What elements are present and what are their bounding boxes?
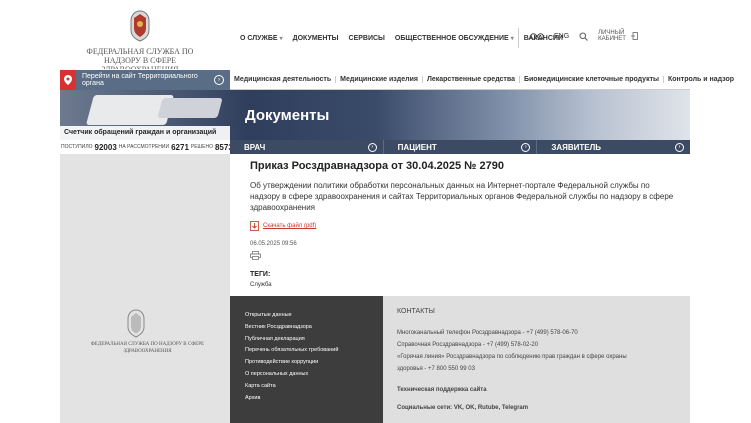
tab-patient[interactable]: ПАЦИЕНТ › [384, 140, 538, 154]
tab-doctor-label: ВРАЧ [244, 142, 266, 152]
cat-biomedical[interactable]: Биомедицинские клеточные продукты [518, 76, 663, 83]
emblem-icon [127, 309, 145, 338]
page-title: Документы [245, 107, 330, 124]
footer-org-name: ФЕДЕРАЛЬНАЯ СЛУЖБА ПО НАДЗОРУ В СФЕРЕ ЗД… [90, 342, 205, 354]
footer-brand: ФЕДЕРАЛЬНАЯ СЛУЖБА ПО НАДЗОРУ В СФЕРЕ ЗД… [60, 296, 230, 423]
cabinet-link[interactable]: ЛИЧНЫЙ КАБИНЕТ [598, 30, 639, 42]
tab-patient-label: ПАЦИЕНТ [397, 142, 437, 152]
document-date: 06.05.2025 09:56 [250, 241, 297, 247]
social-links[interactable]: Социальные сети: VK, OK, Rutube, Telegra… [397, 405, 690, 411]
page-banner: Документы Счетчик обращений граждан и ор… [60, 90, 690, 140]
category-nav: Медицинская деятельность Медицинские изд… [230, 70, 734, 90]
nav-services[interactable]: СЕРВИСЫ [349, 35, 385, 42]
download-label: Скачать файл (pdf) [263, 223, 317, 229]
contact-phone-multi: Многоканальный телефон Росздравнадзора -… [397, 330, 578, 336]
left-sidebar [60, 154, 230, 296]
document-title: Приказ Росздравнадзора от 30.04.2025 № 2… [250, 160, 504, 172]
top-nav: О СЛУЖБЕ ▾ ДОКУМЕНТЫ СЕРВИСЫ ОБЩЕСТВЕННОЕ… [240, 35, 563, 42]
footer-link-personal-data[interactable]: О персональных данных [245, 369, 383, 381]
region-site-label: Перейти на сайт Территориального органа [82, 73, 198, 87]
login-icon [631, 32, 639, 40]
counter-received-label: ПОСТУПИЛО [61, 144, 93, 150]
document-description: Об утверждении политики обработки персон… [250, 181, 674, 212]
org-name[interactable]: ФЕДЕРАЛЬНАЯ СЛУЖБА ПО НАДЗОРУ В СФЕРЕ ЗД… [80, 47, 200, 69]
footer-link-open-data[interactable]: Открытые данные [245, 310, 383, 322]
audience-tabs: ВРАЧ › ПАЦИЕНТ › ЗАЯВИТЕЛЬ › [230, 140, 690, 154]
footer-link-bulletin[interactable]: Вестник Росздравнадзора [245, 322, 383, 334]
site-header: ФЕДЕРАЛЬНАЯ СЛУЖБА ПО НАДЗОРУ В СФЕРЕ ЗД… [60, 0, 690, 70]
arrow-right-icon: › [521, 142, 531, 152]
arrow-right-icon: › [367, 142, 377, 152]
document-content: Приказ Росздравнадзора от 30.04.2025 № 2… [250, 160, 680, 288]
glasses-icon[interactable] [530, 32, 544, 40]
cat-medical-devices[interactable]: Медицинские изделия [335, 76, 422, 83]
nav-about[interactable]: О СЛУЖБЕ ▾ [240, 35, 283, 42]
footer-contacts: КОНТАКТЫ Многоканальный телефон Росздрав… [383, 296, 690, 423]
tag-link[interactable]: Служба [250, 282, 680, 288]
contact-hotline-number: здоровья - +7 800 550 99 03 [397, 366, 475, 372]
map-pin-icon [60, 70, 76, 90]
site-footer: ФЕДЕРАЛЬНАЯ СЛУЖБА ПО НАДЗОРУ В СФЕРЕ ЗД… [60, 296, 690, 423]
footer-link-requirements[interactable]: Перечень обязательных требований [245, 345, 383, 357]
search-icon[interactable] [579, 31, 589, 41]
arrow-right-icon: › [214, 75, 224, 85]
contact-hotline: «Горячая линия» Росздравнадзора по соблю… [397, 354, 627, 360]
cat-medicines[interactable]: Лекарственные средства [421, 76, 519, 83]
counter-title: Счетчик обращений граждан и организаций [60, 126, 230, 140]
support-link[interactable]: Техническая поддержка сайта [397, 387, 690, 393]
chevron-down-icon: ▾ [279, 36, 283, 42]
contact-phone-info: Справочная Росздравнадзора - +7 (499) 57… [397, 342, 539, 348]
contacts-list: Многоканальный телефон Росздравнадзора -… [397, 327, 690, 375]
banner-image [157, 98, 223, 118]
cat-medical-activity[interactable]: Медицинская деятельность [230, 76, 335, 83]
footer-link-declaration[interactable]: Публичная декларация [245, 334, 383, 346]
counter-review-label: НА РАССМОТРЕНИИ [118, 144, 170, 150]
category-bar: Перейти на сайт Территориального органа … [60, 70, 734, 90]
cat-control[interactable]: Контроль и надзор [663, 76, 738, 83]
header-tools: ENG ЛИЧНЫЙ КАБИНЕТ [530, 30, 639, 42]
nav-documents[interactable]: ДОКУМЕНТЫ [293, 35, 339, 42]
download-icon [250, 221, 259, 231]
divider [518, 28, 519, 48]
footer-link-anticorruption[interactable]: Противодействие коррупции [245, 357, 383, 369]
tab-applicant[interactable]: ЗАЯВИТЕЛЬ › [537, 140, 690, 154]
print-icon[interactable] [250, 251, 261, 260]
download-link[interactable]: Скачать файл (pdf) [250, 221, 680, 231]
tab-doctor[interactable]: ВРАЧ › [230, 140, 384, 154]
emblem-icon[interactable] [125, 8, 155, 42]
chevron-down-icon: ▾ [510, 36, 514, 42]
footer-links: Открытые данные Вестник Росздравнадзора … [230, 296, 383, 423]
contacts-title: КОНТАКТЫ [397, 308, 435, 315]
counter-review-value: 6271 [171, 142, 189, 152]
region-site-button[interactable]: Перейти на сайт Территориального органа … [60, 70, 230, 90]
footer-link-archive[interactable]: Архив [245, 393, 383, 405]
counter-received-value: 92003 [94, 142, 117, 152]
lang-switch[interactable]: ENG [554, 33, 569, 40]
arrow-right-icon: › [675, 142, 685, 152]
nav-discussion[interactable]: ОБЩЕСТВЕННОЕ ОБСУЖДЕНИЕ ▾ [395, 35, 514, 42]
tab-applicant-label: ЗАЯВИТЕЛЬ [551, 142, 601, 152]
counter-solved-label: РЕШЕНО [190, 144, 213, 150]
footer-link-sitemap[interactable]: Карта сайта [245, 381, 383, 393]
appeals-counter: ПОСТУПИЛО 92003 НА РАССМОТРЕНИИ 6271 РЕШ… [60, 140, 237, 154]
tags-label: ТЕГИ: [250, 271, 271, 278]
